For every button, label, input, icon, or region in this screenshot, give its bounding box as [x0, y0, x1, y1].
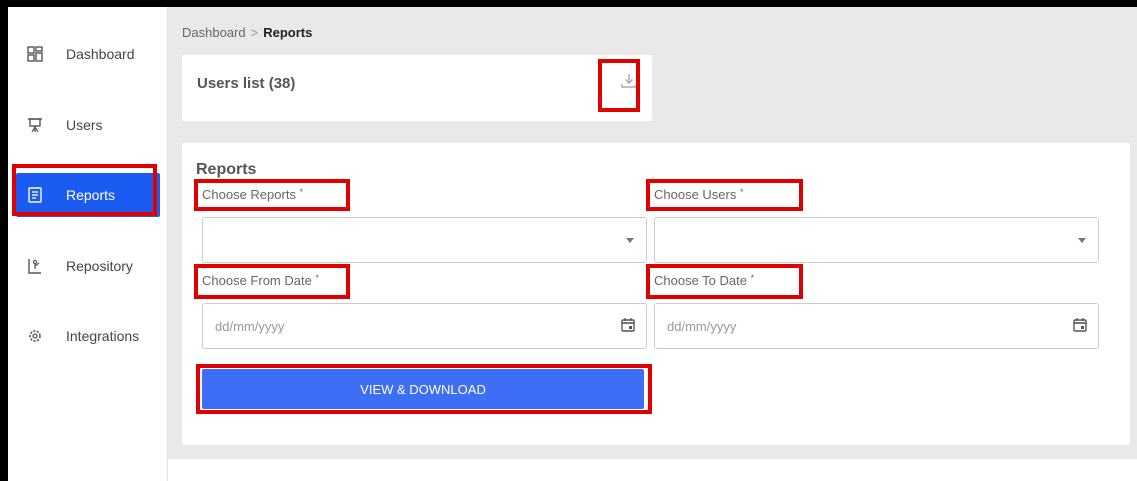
- highlight-box-choose-reports: [194, 179, 350, 211]
- left-border: [0, 0, 8, 481]
- bottom-panel: [168, 459, 1137, 481]
- from-date-input[interactable]: dd/mm/yyyy: [202, 303, 647, 349]
- repository-icon: [26, 257, 44, 275]
- breadcrumb-current: Reports: [263, 25, 313, 40]
- sidebar-item-dashboard[interactable]: Dashboard: [16, 32, 160, 76]
- users-list-title: Users list (38): [197, 75, 296, 92]
- choose-users-select[interactable]: [654, 217, 1099, 263]
- highlight-box-from-date: [194, 264, 350, 299]
- calendar-icon[interactable]: [620, 317, 636, 333]
- sidebar-item-label: Repository: [66, 258, 133, 274]
- highlight-box-reports-nav: [12, 164, 157, 216]
- highlight-box-view-download: [196, 364, 652, 414]
- sidebar-item-users[interactable]: Users: [16, 103, 160, 147]
- app-window: Dashboard Users Reports Repository Integ…: [0, 0, 1137, 481]
- top-border: [0, 0, 1137, 7]
- breadcrumb: Dashboard > Reports: [182, 25, 312, 40]
- dashboard-icon: [26, 45, 44, 63]
- sidebar: Dashboard Users Reports Repository Integ…: [8, 7, 168, 481]
- from-date-placeholder: dd/mm/yyyy: [215, 319, 285, 334]
- highlight-box-download: [598, 59, 640, 112]
- sidebar-item-integrations[interactable]: Integrations: [16, 314, 160, 358]
- users-icon: [26, 116, 44, 134]
- to-date-placeholder: dd/mm/yyyy: [667, 319, 737, 334]
- users-list-card: Users list (38): [182, 55, 652, 121]
- highlight-box-to-date: [646, 264, 803, 299]
- sidebar-item-label: Users: [66, 117, 103, 133]
- highlight-box-choose-users: [646, 179, 803, 211]
- breadcrumb-root[interactable]: Dashboard: [182, 25, 246, 40]
- integrations-icon: [26, 327, 44, 345]
- breadcrumb-separator: >: [250, 25, 259, 40]
- sidebar-item-label: Integrations: [66, 328, 140, 344]
- reports-form-title: Reports: [196, 161, 257, 178]
- chevron-down-icon: [1078, 238, 1086, 243]
- choose-reports-select[interactable]: [202, 217, 647, 263]
- calendar-icon[interactable]: [1072, 317, 1088, 333]
- sidebar-item-label: Dashboard: [66, 46, 135, 62]
- chevron-down-icon: [626, 238, 634, 243]
- to-date-input[interactable]: dd/mm/yyyy: [654, 303, 1099, 349]
- sidebar-item-repository[interactable]: Repository: [16, 244, 160, 288]
